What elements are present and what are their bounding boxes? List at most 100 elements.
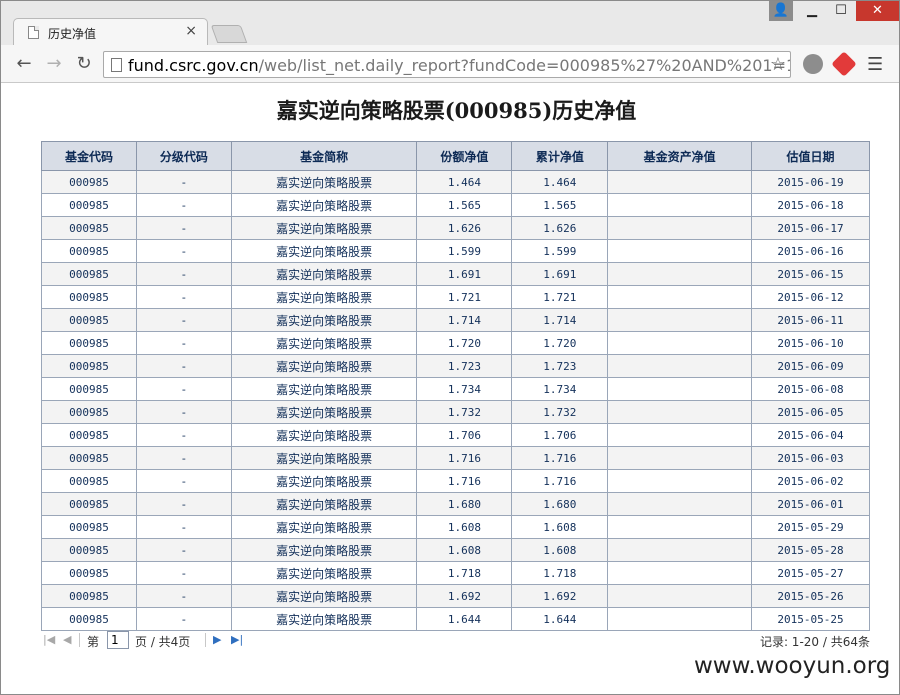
cell-unit-nav: 1.714 <box>416 308 513 332</box>
pager-divider <box>79 633 80 647</box>
url-path: /web/list_net.daily_report?fundCode=0009… <box>258 56 791 75</box>
cell-asset-nav <box>607 193 753 217</box>
user-profile-icon[interactable]: 👤 <box>769 1 793 21</box>
cell-class-code: - <box>135 377 232 401</box>
url-host: fund.csrc.gov.cn <box>128 56 259 75</box>
cell-fund-code: 000985 <box>41 331 137 355</box>
first-page-icon[interactable]: |◀ <box>43 633 55 646</box>
close-window-button[interactable]: ✕ <box>856 1 899 21</box>
page-favicon-icon <box>28 26 39 39</box>
cell-accum-nav: 1.732 <box>511 400 609 424</box>
cell-fund-code: 000985 <box>41 584 137 608</box>
next-page-icon[interactable]: ▶ <box>213 633 221 646</box>
tab-close-icon[interactable]: × <box>185 23 197 39</box>
reload-icon[interactable]: ↻ <box>73 53 95 75</box>
browser-window: 历史净值 × 👤 ▁ ☐ ✕ ← → ↻ fund.csrc.gov.cn/we… <box>0 0 900 695</box>
cell-unit-nav: 1.565 <box>416 193 513 217</box>
cell-fund-code: 000985 <box>41 423 137 447</box>
cell-fund-code: 000985 <box>41 538 137 562</box>
forward-arrow-icon[interactable]: → <box>43 53 65 75</box>
record-count: 记录: 1-20 / 共64条 <box>759 635 870 649</box>
cell-asset-nav <box>607 308 753 332</box>
cell-asset-nav <box>607 170 753 194</box>
cell-fund-name: 嘉实逆向策略股票 <box>230 515 418 539</box>
header-class-code[interactable]: 分级代码 <box>135 141 232 171</box>
table-row: 000985- 嘉实逆向策略股票 1.644 1.644 2015-05-25 <box>41 607 870 631</box>
cell-valuation-date: 2015-06-12 <box>751 285 870 309</box>
pagination-bar: |◀ ◀ 第 页 / 共4页 ▶ ▶| 记录: 1-20 / 共64条 <box>41 630 870 652</box>
page-number-input[interactable] <box>107 631 129 649</box>
table-row: 000985- 嘉实逆向策略股票 1.720 1.720 2015-06-10 <box>41 331 870 355</box>
header-accum-nav[interactable]: 累计净值 <box>511 141 609 171</box>
cell-accum-nav: 1.692 <box>511 584 609 608</box>
cell-class-code: - <box>135 262 232 286</box>
cell-valuation-date: 2015-06-18 <box>751 193 870 217</box>
prev-page-icon[interactable]: ◀ <box>63 633 71 646</box>
browser-tab[interactable]: 历史净值 × <box>13 18 208 46</box>
last-page-icon[interactable]: ▶| <box>231 633 243 646</box>
bookmark-star-icon[interactable]: ☆ <box>770 54 786 75</box>
cell-class-code: - <box>135 308 232 332</box>
cell-valuation-date: 2015-06-19 <box>751 170 870 194</box>
cell-unit-nav: 1.706 <box>416 423 513 447</box>
cell-accum-nav: 1.714 <box>511 308 609 332</box>
title-bar: 历史净值 × 👤 ▁ ☐ ✕ <box>1 1 899 46</box>
header-asset-nav[interactable]: 基金资产净值 <box>607 141 753 171</box>
cell-accum-nav: 1.464 <box>511 170 609 194</box>
cell-fund-name: 嘉实逆向策略股票 <box>230 285 418 309</box>
cell-fund-name: 嘉实逆向策略股票 <box>230 423 418 447</box>
cell-fund-name: 嘉实逆向策略股票 <box>230 239 418 263</box>
cell-fund-name: 嘉实逆向策略股票 <box>230 607 418 631</box>
cell-unit-nav: 1.734 <box>416 377 513 401</box>
cell-valuation-date: 2015-05-26 <box>751 584 870 608</box>
minimize-button[interactable]: ▁ <box>798 1 826 21</box>
cell-valuation-date: 2015-05-27 <box>751 561 870 585</box>
cell-unit-nav: 1.732 <box>416 400 513 424</box>
cell-fund-code: 000985 <box>41 400 137 424</box>
maximize-button[interactable]: ☐ <box>827 1 855 21</box>
cell-valuation-date: 2015-06-09 <box>751 354 870 378</box>
header-unit-nav[interactable]: 份额净值 <box>416 141 513 171</box>
header-fund-code[interactable]: 基金代码 <box>41 141 137 171</box>
pager-divider <box>205 633 206 647</box>
back-arrow-icon[interactable]: ← <box>13 53 35 75</box>
table-row: 000985- 嘉实逆向策略股票 1.716 1.716 2015-06-03 <box>41 446 870 470</box>
cell-fund-code: 000985 <box>41 170 137 194</box>
cell-unit-nav: 1.723 <box>416 354 513 378</box>
page-label-prefix: 第 <box>87 635 100 649</box>
cell-valuation-date: 2015-05-25 <box>751 607 870 631</box>
cell-asset-nav <box>607 400 753 424</box>
cell-class-code: - <box>135 170 232 194</box>
browser-toolbar: ← → ↻ fund.csrc.gov.cn/web/list_net.dail… <box>1 45 899 83</box>
menu-icon[interactable]: ☰ <box>867 54 883 75</box>
page-label-suffix: 页 / 共4页 <box>135 635 191 649</box>
cell-fund-code: 000985 <box>41 216 137 240</box>
tab-title: 历史净值 <box>48 27 97 41</box>
cell-valuation-date: 2015-06-15 <box>751 262 870 286</box>
cell-asset-nav <box>607 423 753 447</box>
cell-fund-name: 嘉实逆向策略股票 <box>230 170 418 194</box>
header-fund-name[interactable]: 基金简称 <box>230 141 418 171</box>
cell-fund-name: 嘉实逆向策略股票 <box>230 377 418 401</box>
cell-unit-nav: 1.716 <box>416 469 513 493</box>
table-row: 000985- 嘉实逆向策略股票 1.716 1.716 2015-06-02 <box>41 469 870 493</box>
table-row: 000985- 嘉实逆向策略股票 1.723 1.723 2015-06-09 <box>41 354 870 378</box>
cell-class-code: - <box>135 584 232 608</box>
url-text[interactable]: fund.csrc.gov.cn/web/list_net.daily_repo… <box>128 56 791 75</box>
cell-valuation-date: 2015-06-16 <box>751 239 870 263</box>
cell-unit-nav: 1.721 <box>416 285 513 309</box>
extension-red-icon[interactable] <box>831 51 857 77</box>
new-tab-button[interactable] <box>210 25 248 43</box>
table-row: 000985- 嘉实逆向策略股票 1.680 1.680 2015-06-01 <box>41 492 870 516</box>
cell-class-code: - <box>135 354 232 378</box>
cell-class-code: - <box>135 492 232 516</box>
extension-globe-icon[interactable] <box>803 54 823 74</box>
cell-fund-code: 000985 <box>41 492 137 516</box>
cell-asset-nav <box>607 262 753 286</box>
header-valuation-date[interactable]: 估值日期 <box>751 141 870 171</box>
cell-unit-nav: 1.608 <box>416 515 513 539</box>
cell-unit-nav: 1.716 <box>416 446 513 470</box>
address-bar[interactable]: fund.csrc.gov.cn/web/list_net.daily_repo… <box>103 51 791 78</box>
cell-class-code: - <box>135 331 232 355</box>
cell-unit-nav: 1.608 <box>416 538 513 562</box>
